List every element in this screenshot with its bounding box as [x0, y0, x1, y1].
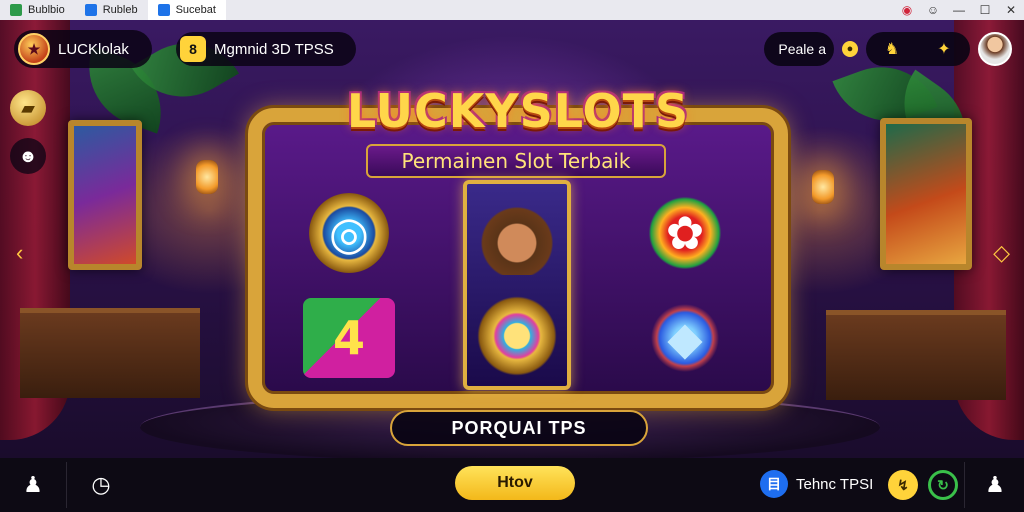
cowboy-symbol-icon — [477, 194, 557, 275]
gold-bar-icon[interactable]: ▰ — [10, 90, 46, 126]
refresh-circle-icon[interactable]: ↻ — [928, 470, 958, 500]
coin-icon[interactable]: ● — [842, 41, 858, 57]
person-icon[interactable]: ♟ — [18, 470, 48, 500]
info-text: Mgmnid 3D TPSS — [214, 40, 334, 58]
tab-favicon-icon — [10, 4, 22, 16]
side-shelf — [826, 310, 1006, 400]
swirl-symbol-icon: ◎ — [309, 192, 389, 273]
reel-center — [463, 180, 571, 390]
profile-label: Peale — [778, 41, 815, 57]
info-number: 8 — [180, 36, 206, 62]
flower-symbol-icon: ✿ — [645, 192, 725, 273]
wall-lamp — [196, 160, 218, 194]
divider — [66, 462, 67, 508]
reel-left: ◎ 4 — [274, 180, 424, 390]
gem-symbol-icon: ◆ — [645, 297, 725, 378]
close-button[interactable]: ✕ — [998, 0, 1024, 20]
lightning-circle-icon[interactable]: ↯ — [888, 470, 918, 500]
brand-name: LUCKlolak — [58, 40, 129, 58]
profile-button[interactable]: Peale a — [764, 32, 834, 66]
record-icon[interactable]: ◉ — [894, 0, 920, 20]
minimize-button[interactable]: — — [946, 0, 972, 20]
game-title: LUCKYSLOTS — [346, 84, 690, 138]
wall-painting — [880, 118, 972, 270]
promo-button[interactable]: PORQUAI TPS — [390, 410, 648, 446]
window-titlebar: Bublbio Rubleb Sucebat ◉ ☺ — ☐ ✕ — [0, 0, 1024, 20]
wall-lamp — [812, 170, 834, 204]
action-group: ♞ ✦ — [866, 32, 970, 66]
tab-label: Sucebat — [175, 4, 216, 16]
four-symbol-icon: 4 — [303, 297, 395, 378]
chevron-left-icon[interactable]: ‹ — [16, 240, 23, 266]
tab-sucebat[interactable]: Sucebat — [147, 0, 226, 20]
tab-favicon-icon — [157, 4, 170, 16]
avatar[interactable] — [978, 32, 1012, 66]
reel-area: ◎ 4 ✿ ◆ — [274, 180, 760, 390]
reel-right: ✿ ◆ — [610, 180, 760, 390]
tab-label: Bublbio — [28, 4, 65, 16]
diamond-right-icon[interactable]: ◇ — [993, 240, 1010, 266]
bonus-text: Tehnc TPSI — [796, 475, 874, 493]
tab-rubleb[interactable]: Rubleb — [75, 0, 148, 20]
bonus-icon: 目 — [760, 470, 788, 498]
maximize-button[interactable]: ☐ — [972, 0, 998, 20]
play-button[interactable]: Htov — [455, 466, 575, 500]
tab-favicon-icon — [84, 4, 97, 16]
coin-symbol-icon — [477, 295, 557, 376]
tab-label: Rubleb — [102, 4, 138, 16]
account-icon[interactable]: ☺ — [920, 0, 946, 20]
slot-logo-icon: ★ — [18, 33, 50, 65]
side-shelf — [20, 308, 200, 398]
wall-painting — [68, 120, 142, 270]
person-icon[interactable]: ♟ — [980, 470, 1010, 500]
top-right-controls: Peale a ● ♞ ✦ — [764, 32, 1012, 66]
game-subtitle: Permainen Slot Terbaik — [366, 144, 666, 178]
clock-icon[interactable]: ◷ — [86, 470, 116, 500]
window-controls: ◉ ☺ — ☐ ✕ — [894, 0, 1024, 20]
tab-bublbio[interactable]: Bublbio — [0, 0, 75, 20]
profile-suffix: a — [818, 41, 826, 57]
bonus-info[interactable]: 目 Tehnc TPSI — [760, 470, 873, 498]
lightning-icon[interactable]: ✦ — [932, 37, 956, 61]
app-window: Bublbio Rubleb Sucebat ◉ ☺ — ☐ ✕ ★ LUCKl… — [0, 0, 1024, 512]
group-icon[interactable]: ☻ — [10, 138, 46, 174]
brand-badge[interactable]: ★ LUCKlolak — [14, 30, 152, 68]
fox-icon[interactable]: ♞ — [880, 37, 904, 61]
divider — [964, 462, 965, 508]
info-badge[interactable]: 8 Mgmnid 3D TPSS — [176, 32, 356, 66]
